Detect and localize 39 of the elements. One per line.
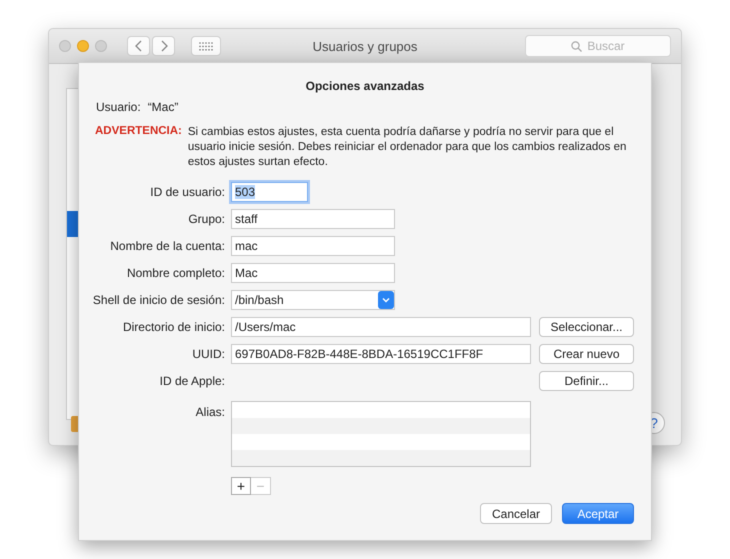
forward-button[interactable] [152, 36, 175, 56]
input-field[interactable]: staff [231, 209, 395, 229]
warning-text: Si cambias estos ajustes, esta cuenta podría dañarse y podría no servir para que el usuario inicie sesión. Debes reiniciar el ordenador para que los cambios realizados en estos ajustes surtan efecto. [188, 125, 628, 170]
chevron-right-icon [160, 40, 168, 52]
user-label: Usuario: [96, 100, 141, 114]
field-label: ID de usuario: [149, 185, 225, 199]
add-button[interactable]: + [231, 477, 251, 495]
warning-label: ADVERTENCIA: [95, 125, 182, 139]
user-name: “Mac” [148, 100, 178, 114]
minimize-button[interactable] [77, 40, 89, 52]
push-button[interactable]: Definir... [539, 371, 634, 391]
field-label: Nombre de la cuenta: [109, 239, 225, 253]
field-label: UUID: [191, 347, 225, 361]
input-field[interactable]: /Users/mac [231, 317, 531, 337]
field-label: Nombre completo: [126, 266, 225, 280]
chevron-left-icon [134, 40, 142, 52]
input-field[interactable]: mac [231, 236, 395, 256]
alias-list[interactable] [231, 401, 531, 467]
field-label: Directorio de inicio: [122, 320, 225, 334]
field-label: Alias: [194, 404, 225, 419]
field-label: Grupo: [187, 212, 225, 226]
field-label: ID de Apple: [158, 374, 225, 388]
sheet-title: Opciones avanzadas [304, 79, 426, 93]
search-icon [571, 40, 582, 52]
back-button[interactable] [127, 36, 150, 56]
close-button[interactable] [59, 40, 71, 52]
shell-popup[interactable]: /bin/bash [231, 290, 395, 310]
chevron-icon [378, 291, 394, 309]
input-field[interactable]: Mac [231, 263, 395, 283]
cancel-button[interactable]: Cancelar [480, 503, 552, 524]
window-title: Usuarios y grupos [312, 38, 418, 54]
input-field[interactable]: 503 [231, 182, 308, 202]
input-field[interactable]: 697B0AD8-F82B-448E-8BDA-16519CC1FF8F [231, 344, 531, 364]
field-label: Shell de inicio de sesión: [92, 293, 225, 307]
push-button[interactable]: Crear nuevo [539, 344, 634, 364]
push-button[interactable]: Seleccionar... [539, 317, 634, 337]
grid-icon [199, 42, 213, 50]
show-all-button[interactable] [191, 36, 221, 56]
zoom-button[interactable] [95, 40, 107, 52]
